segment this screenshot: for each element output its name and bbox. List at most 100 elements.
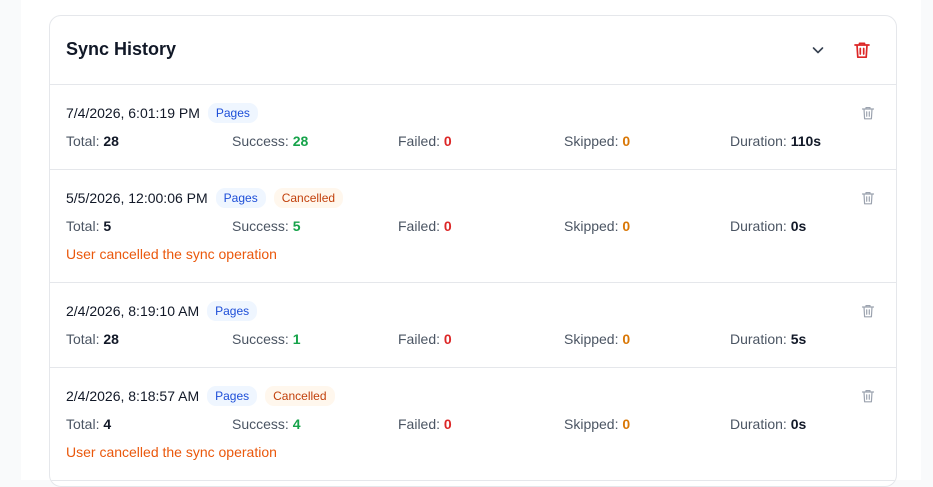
stat-duration: Duration: 0s (730, 416, 806, 432)
stat-duration: Duration: 5s (730, 331, 806, 347)
stat-label: Skipped: (564, 133, 619, 149)
type-badge: Pages (207, 103, 258, 123)
entry-stats: Total: 28 Success: 28 Failed: 0 Skipped:… (66, 133, 896, 153)
stat-value: 28 (292, 133, 309, 149)
stat-label: Failed: (398, 218, 441, 234)
stat-skipped: Skipped: 0 (564, 331, 630, 347)
stat-label: Duration: (730, 218, 787, 234)
stat-success: Success: 1 (232, 331, 301, 347)
stat-value: 1 (292, 331, 301, 347)
stat-total: Total: 4 (66, 416, 111, 432)
chevron-down-icon (812, 47, 824, 54)
entry-header: 2/4/2026, 8:19:10 AM Pages (66, 301, 258, 321)
stat-value: 28 (103, 331, 119, 347)
sync-entry: 5/5/2026, 12:00:06 PM Pages Cancelled To… (50, 170, 896, 283)
sync-entry: 7/4/2026, 6:01:19 PM Pages Total: 28 Suc… (50, 85, 896, 170)
stat-label: Total: (66, 133, 100, 149)
status-badge: Cancelled (273, 188, 344, 208)
entry-message: User cancelled the sync operation (66, 246, 277, 262)
sync-entry: 2/4/2026, 8:19:10 AM Pages Total: 28 Suc… (50, 283, 896, 368)
stat-label: Success: (232, 416, 289, 432)
delete-entry-button[interactable] (860, 190, 876, 206)
entry-stats: Total: 5 Success: 5 Failed: 0 Skipped: 0… (66, 218, 896, 238)
stat-value: 0 (443, 133, 452, 149)
stat-value: 5s (790, 331, 807, 347)
entry-header: 5/5/2026, 12:00:06 PM Pages Cancelled (66, 188, 344, 208)
entry-timestamp: 2/4/2026, 8:19:10 AM (66, 303, 200, 319)
sync-entries-list: 7/4/2026, 6:01:19 PM Pages Total: 28 Suc… (50, 85, 896, 481)
delete-entry-button[interactable] (860, 105, 876, 121)
stat-total: Total: 5 (66, 218, 111, 234)
entry-timestamp: 5/5/2026, 12:00:06 PM (66, 190, 208, 206)
stat-success: Success: 28 (232, 133, 308, 149)
stat-value: 0 (622, 218, 631, 234)
stat-failed: Failed: 0 (398, 218, 452, 234)
stat-value: 28 (103, 133, 119, 149)
stat-value: 0 (622, 416, 631, 432)
collapse-button[interactable] (804, 36, 832, 64)
stat-label: Total: (66, 416, 100, 432)
entry-header: 7/4/2026, 6:01:19 PM Pages (66, 103, 258, 123)
stat-value: 4 (103, 416, 112, 432)
stat-duration: Duration: 0s (730, 218, 806, 234)
stat-failed: Failed: 0 (398, 416, 452, 432)
stat-value: 110s (790, 133, 822, 149)
entry-stats: Total: 4 Success: 4 Failed: 0 Skipped: 0… (66, 416, 896, 436)
stat-label: Skipped: (564, 416, 619, 432)
stat-value: 0s (790, 218, 807, 234)
stat-total: Total: 28 (66, 331, 119, 347)
trash-icon (854, 42, 870, 59)
stat-label: Skipped: (564, 331, 619, 347)
card-title: Sync History (66, 39, 177, 59)
status-badge: Cancelled (265, 386, 335, 406)
stat-success: Success: 5 (232, 218, 301, 234)
delete-entry-button[interactable] (860, 388, 876, 404)
stat-value: 0s (790, 416, 807, 432)
stat-label: Total: (66, 331, 100, 347)
stat-duration: Duration: 110s (730, 133, 821, 149)
entry-header: 2/4/2026, 8:18:57 AM Pages Cancelled (66, 386, 335, 406)
stat-failed: Failed: 0 (398, 331, 452, 347)
trash-icon (861, 305, 875, 318)
stat-label: Success: (232, 218, 289, 234)
stat-label: Duration: (730, 133, 787, 149)
stat-total: Total: 28 (66, 133, 119, 149)
trash-icon (861, 107, 875, 120)
type-badge: Pages (207, 301, 258, 321)
stat-value: 0 (443, 416, 452, 432)
stat-label: Failed: (398, 133, 441, 149)
entry-message: User cancelled the sync operation (66, 444, 277, 460)
stat-skipped: Skipped: 0 (564, 133, 630, 149)
stat-label: Failed: (398, 416, 441, 432)
type-badge: Pages (215, 188, 266, 208)
stat-value: 5 (103, 218, 112, 234)
entry-timestamp: 2/4/2026, 8:18:57 AM (66, 388, 200, 404)
stat-label: Success: (232, 133, 289, 149)
stat-value: 0 (443, 331, 452, 347)
stat-value: 5 (292, 218, 301, 234)
stat-value: 0 (443, 218, 452, 234)
stat-skipped: Skipped: 0 (564, 416, 630, 432)
stat-skipped: Skipped: 0 (564, 218, 630, 234)
stat-label: Skipped: (564, 218, 619, 234)
entry-timestamp: 7/4/2026, 6:01:19 PM (66, 105, 200, 121)
stat-label: Success: (232, 331, 289, 347)
stat-label: Duration: (730, 331, 787, 347)
stat-label: Total: (66, 218, 100, 234)
type-badge: Pages (207, 386, 258, 406)
sync-entry: 2/4/2026, 8:18:57 AM Pages Cancelled Tot… (50, 368, 896, 481)
stat-value: 4 (292, 416, 301, 432)
sync-history-card: Sync History 7/4/2026, 6:01:19 PM Pages (49, 15, 897, 487)
stat-value: 0 (622, 331, 631, 347)
delete-entry-button[interactable] (860, 303, 876, 319)
stat-failed: Failed: 0 (398, 133, 452, 149)
delete-all-button[interactable] (848, 36, 876, 64)
stat-label: Duration: (730, 416, 787, 432)
card-header: Sync History (50, 16, 896, 85)
trash-icon (861, 390, 875, 403)
stat-label: Failed: (398, 331, 441, 347)
entry-stats: Total: 28 Success: 1 Failed: 0 Skipped: … (66, 331, 896, 351)
trash-icon (861, 192, 875, 205)
stat-value: 0 (622, 133, 631, 149)
stat-success: Success: 4 (232, 416, 301, 432)
